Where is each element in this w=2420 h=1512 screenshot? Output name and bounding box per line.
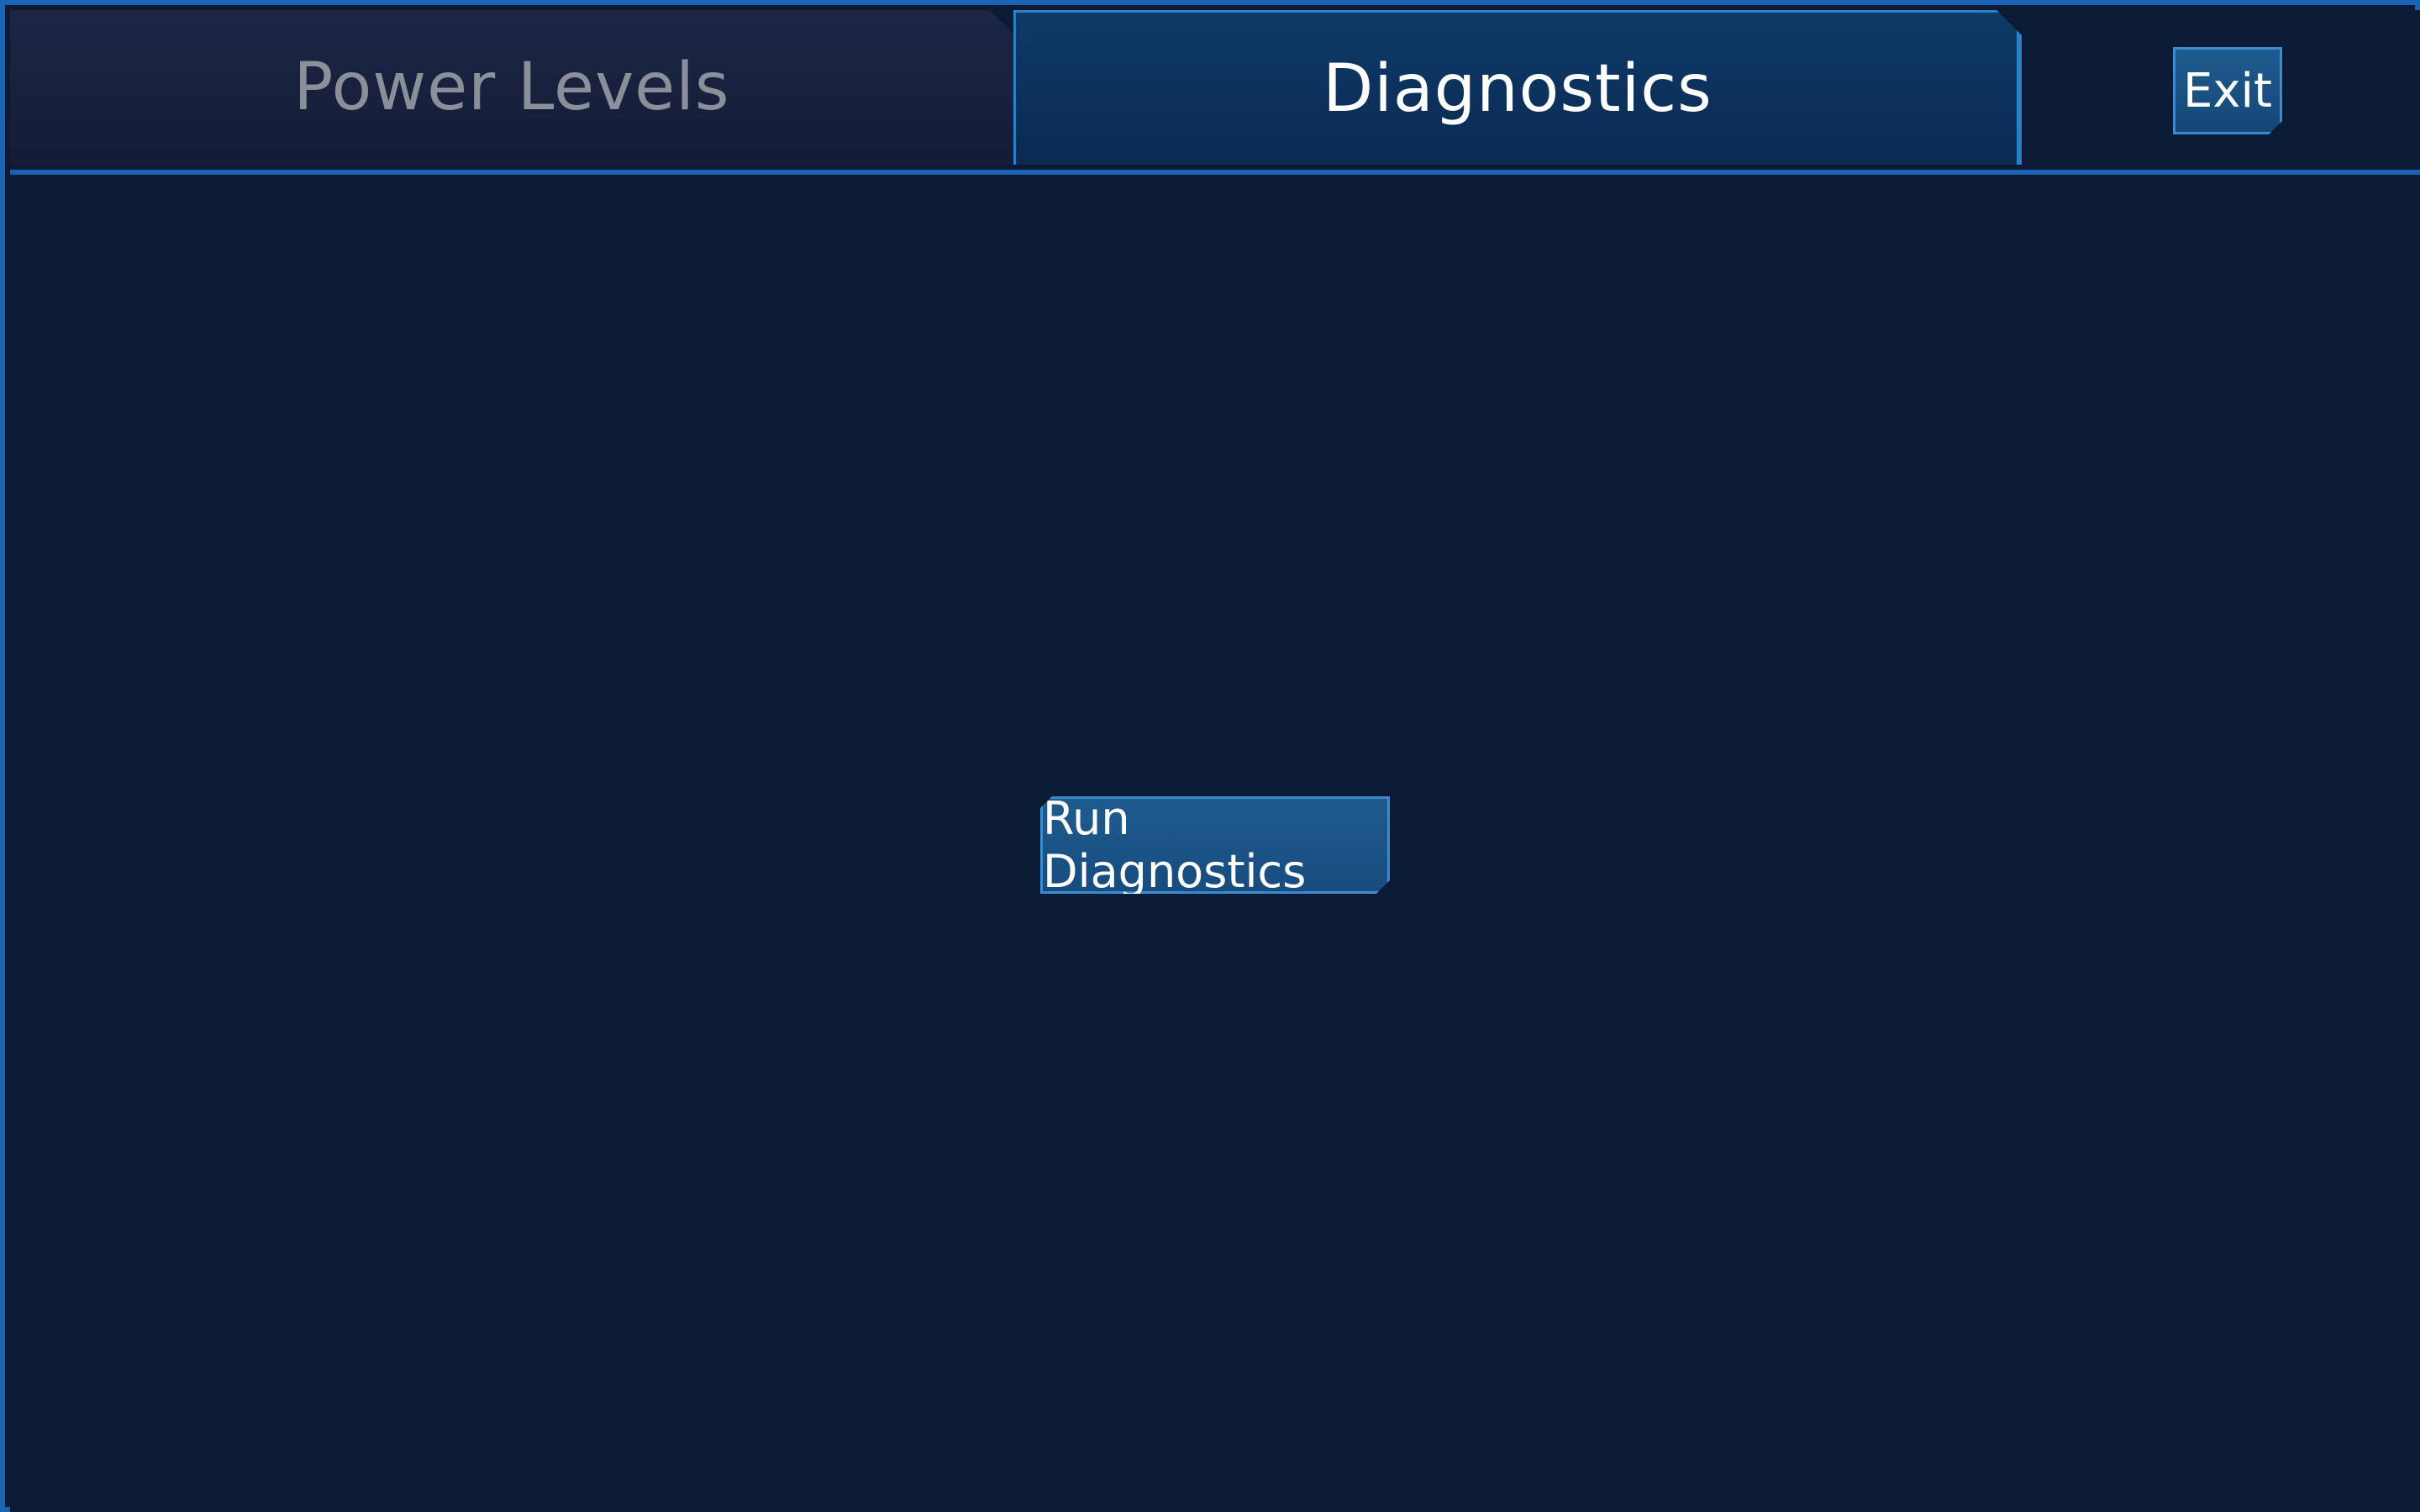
tab-bar: Power Levels Diagnostics Exit [10, 10, 2420, 175]
run-diagnostics-button[interactable]: Run Diagnostics [1040, 796, 1390, 894]
game-window: Power Levels Diagnostics Exit Run Diagno… [0, 0, 2420, 1512]
exit-button[interactable]: Exit [2173, 47, 2282, 134]
tab-diagnostics[interactable]: Diagnostics [1013, 10, 2022, 165]
tab-power-levels[interactable]: Power Levels [10, 10, 1013, 165]
